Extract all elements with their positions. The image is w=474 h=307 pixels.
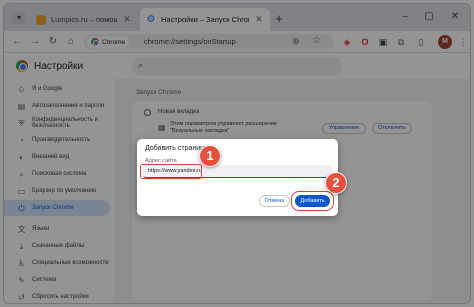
dialog-title: Добавить страницу [145,145,208,152]
add-button-highlight-frame [291,191,334,211]
step-1-badge: 1 [199,145,221,167]
input-highlight-frame [140,164,202,179]
step-2-badge: 2 [325,172,347,194]
add-page-dialog: Добавить страницу Адрес сайта https://ww… [137,139,338,216]
cancel-button[interactable]: Отмена [259,195,290,207]
